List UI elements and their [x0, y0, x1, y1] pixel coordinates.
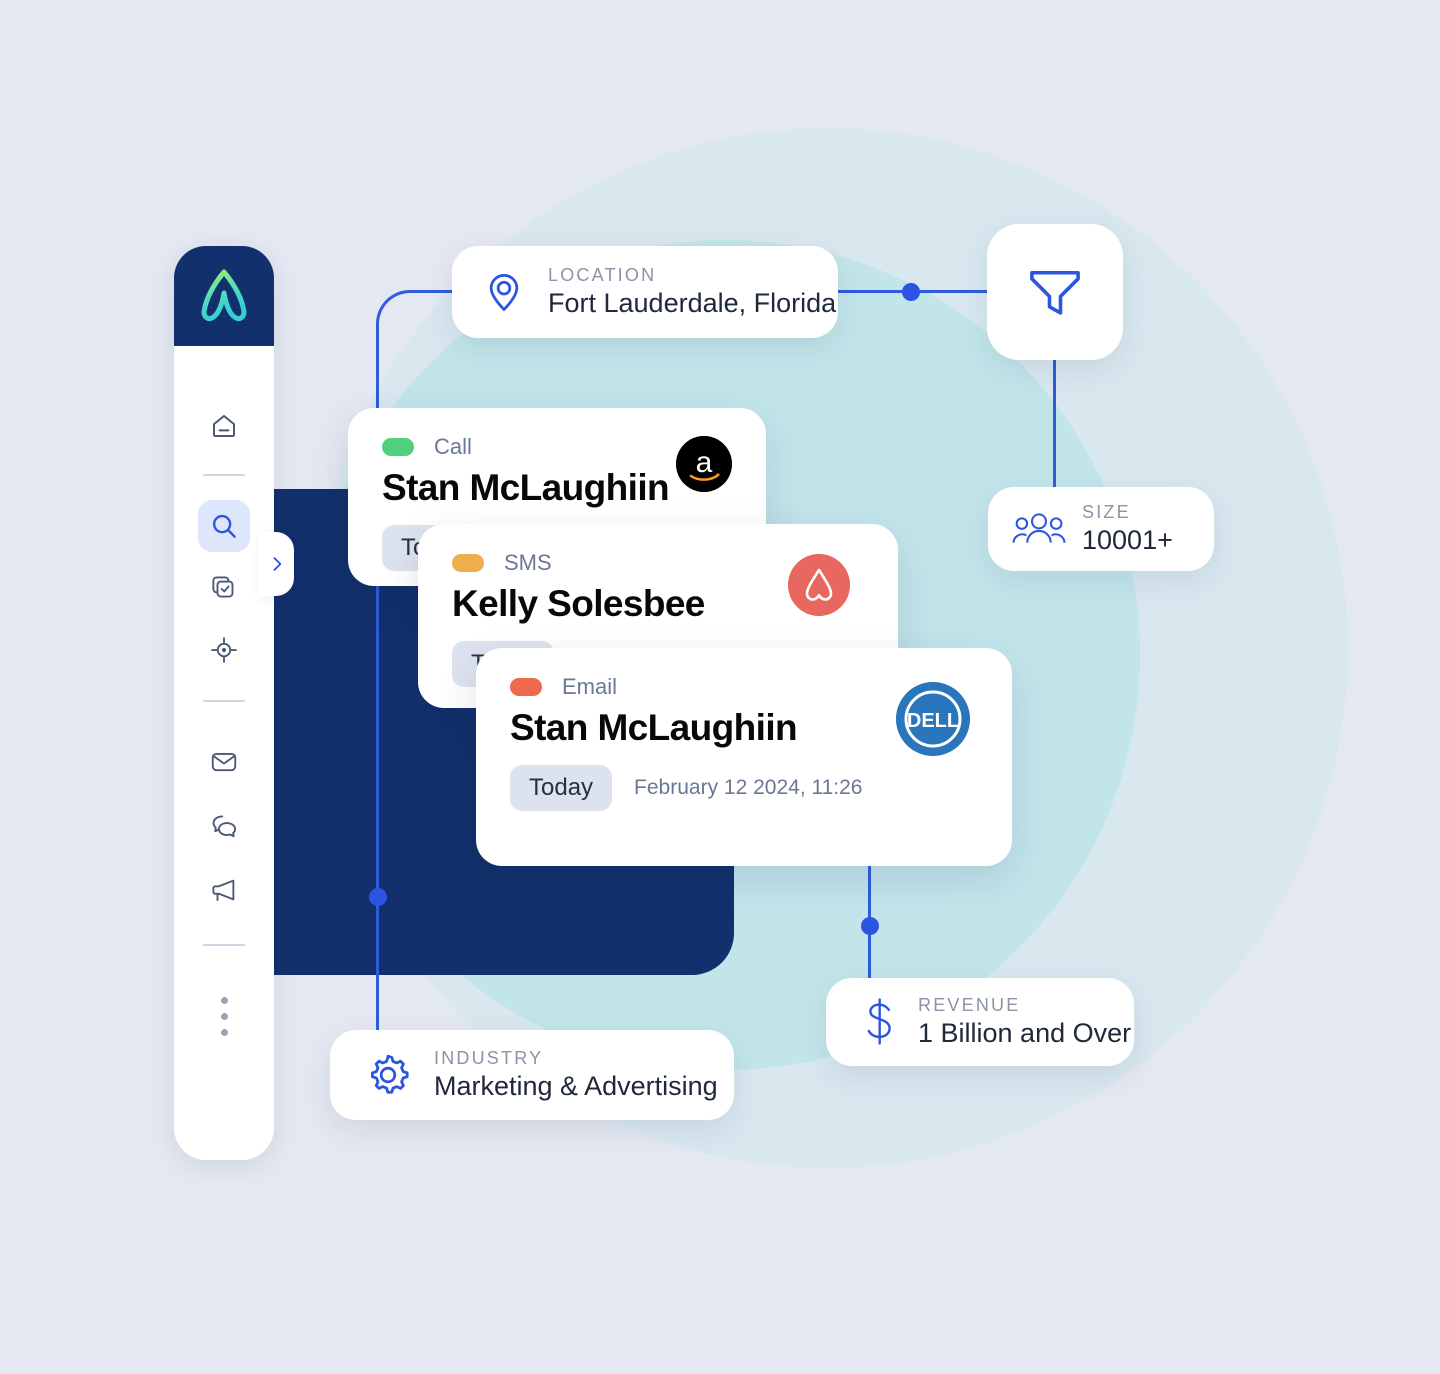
activity-date: February 12 2024, 11:26	[634, 776, 863, 799]
amazon-logo-icon: a	[676, 436, 732, 492]
filter-value: 10001+	[1082, 525, 1173, 555]
sidebar-item-emails[interactable]	[198, 736, 250, 788]
connector-dot-top	[902, 283, 920, 301]
home-icon	[213, 415, 235, 437]
activity-type-label: SMS	[504, 550, 552, 575]
connector-funnel-to-size	[1053, 360, 1056, 490]
diagram-canvas: LOCATION Fort Lauderdale, Florida SIZE 1…	[0, 0, 1440, 1374]
connector-dot-left	[369, 888, 387, 906]
sidebar-item-more[interactable]	[198, 990, 250, 1042]
map-pin-icon	[482, 270, 526, 314]
funnel-icon	[1030, 270, 1080, 315]
sidebar-item-conversations[interactable]	[198, 800, 250, 852]
sidebar	[174, 246, 274, 1160]
activity-type-label: Email	[562, 674, 618, 699]
filter-card-revenue[interactable]: REVENUE 1 Billion and Over	[826, 978, 1134, 1066]
sidebar-item-campaigns[interactable]	[198, 864, 250, 916]
app-logo[interactable]	[174, 246, 274, 346]
airbnb-logo-icon	[788, 554, 850, 616]
expand-sidebar-button[interactable]	[258, 532, 294, 596]
apollo-logo-icon	[201, 269, 247, 322]
activity-type-chip	[452, 554, 484, 572]
activity-type-chip	[510, 678, 542, 696]
people-group-icon	[1012, 509, 1066, 549]
filter-value: 1 Billion and Over	[918, 1018, 1132, 1048]
filter-label: SIZE	[1082, 502, 1131, 522]
filter-label: LOCATION	[548, 265, 657, 285]
target-icon	[211, 637, 237, 663]
envelope-icon	[211, 752, 237, 772]
sequences-icon	[212, 576, 234, 598]
chevron-right-icon	[273, 557, 282, 571]
sidebar-divider-3	[203, 944, 245, 946]
filter-label: REVENUE	[918, 995, 1021, 1015]
sidebar-divider-2	[203, 700, 245, 702]
filter-card-industry[interactable]: INDUSTRY Marketing & Advertising	[330, 1030, 734, 1120]
sidebar-item-search[interactable]	[198, 500, 250, 552]
activity-card-email[interactable]: Email Stan McLaughiin Today February 12 …	[476, 648, 1012, 866]
svg-text:DELL: DELL	[907, 710, 959, 732]
filter-card-size[interactable]: SIZE 10001+	[988, 487, 1214, 571]
filter-card-location[interactable]: LOCATION Fort Lauderdale, Florida	[452, 246, 838, 338]
dollar-sign-icon	[860, 998, 900, 1046]
activity-type-label: Call	[434, 434, 472, 459]
filter-node-card[interactable]	[987, 224, 1123, 360]
sidebar-item-home[interactable]	[198, 400, 250, 452]
chat-bubbles-icon	[212, 815, 237, 838]
filter-label: INDUSTRY	[434, 1048, 544, 1068]
sidebar-item-targets[interactable]	[198, 624, 250, 676]
sidebar-item-sequences[interactable]	[198, 562, 250, 614]
svg-text:a: a	[696, 446, 713, 479]
search-icon	[212, 514, 236, 538]
more-vertical-icon	[220, 996, 228, 1036]
sidebar-divider-1	[203, 474, 245, 476]
dell-logo-icon: DELL	[896, 682, 970, 756]
activity-type-chip	[382, 438, 414, 456]
filter-value: Fort Lauderdale, Florida	[548, 288, 837, 318]
gear-icon	[364, 1051, 412, 1099]
megaphone-icon	[212, 879, 235, 901]
today-badge: Today	[510, 765, 613, 811]
filter-value: Marketing & Advertising	[434, 1071, 718, 1101]
connector-dot-right	[861, 917, 879, 935]
connector-elbow-location	[376, 290, 456, 410]
